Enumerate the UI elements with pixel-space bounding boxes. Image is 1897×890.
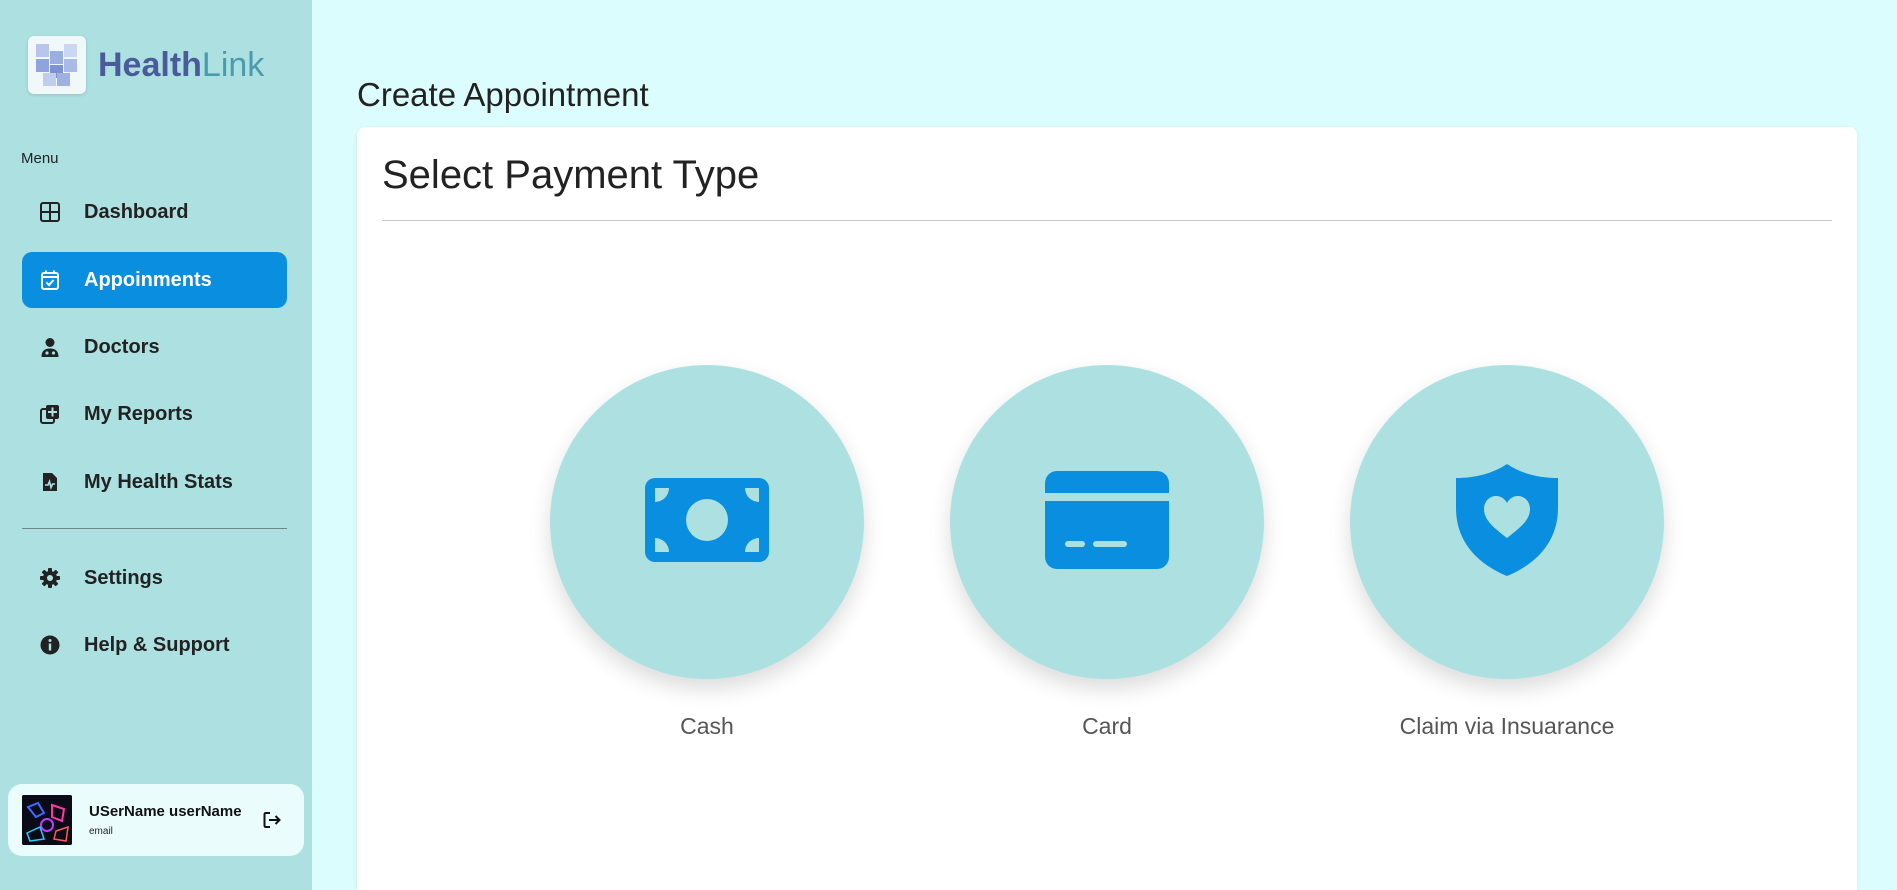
sidebar-item-my-reports[interactable]: My Reports (22, 386, 287, 442)
brand-name: HealthLink (98, 46, 264, 85)
sidebar-item-label: Help & Support (84, 633, 230, 656)
avatar[interactable] (22, 795, 72, 845)
user-card: USerName userName email (8, 784, 304, 856)
sidebar-item-label: Settings (84, 566, 163, 589)
gear-icon (38, 566, 62, 590)
sidebar-item-dashboard[interactable]: Dashboard (22, 184, 287, 240)
credit-card-icon (1045, 470, 1169, 574)
logout-icon[interactable] (260, 808, 284, 832)
sidebar-item-label: Appoinments (84, 268, 212, 291)
sidebar-item-label: Dashboard (84, 200, 189, 223)
sidebar-item-help-support[interactable]: Help & Support (22, 617, 287, 673)
panel-divider (382, 220, 1832, 221)
brand-name-part1: Health (98, 45, 202, 84)
payment-option-circle[interactable] (1350, 365, 1664, 679)
sidebar-item-appoinments[interactable]: Appoinments (22, 252, 287, 308)
brand-name-part2: Link (201, 45, 265, 84)
sidebar-item-label: My Health Stats (84, 470, 233, 493)
user-info: USerName userName email (89, 803, 242, 837)
sidebar-divider (22, 528, 287, 529)
menu-label: Menu (21, 150, 59, 167)
grid-icon (38, 200, 62, 224)
cash-icon (645, 477, 769, 567)
user-email: email (89, 826, 113, 837)
doctor-icon (38, 335, 62, 359)
payment-option-label: Card (1082, 713, 1132, 739)
sidebar-item-label: Doctors (84, 335, 160, 358)
sidebar-item-doctors[interactable]: Doctors (22, 319, 287, 375)
panel-title: Select Payment Type (382, 153, 760, 197)
shield-heart-icon (1454, 463, 1560, 581)
payment-option-label: Cash (680, 713, 734, 739)
payment-option-circle[interactable] (950, 365, 1264, 679)
health-file-icon (38, 470, 62, 494)
payment-option-insurance[interactable]: Claim via Insuarance (1350, 365, 1664, 740)
page-title: Create Appointment (357, 76, 649, 113)
payment-option-circle[interactable] (550, 365, 864, 679)
calendar-check-icon (38, 268, 62, 292)
payment-option-cash[interactable]: Cash (550, 365, 864, 740)
brand-logo[interactable]: HealthLink (28, 36, 264, 94)
payment-panel: Select Payment Type Cash Card Claim via … (357, 127, 1857, 890)
logo-mark-icon (28, 36, 86, 94)
sidebar-item-settings[interactable]: Settings (22, 550, 287, 606)
payment-option-label: Claim via Insuarance (1399, 713, 1615, 739)
sidebar-item-my-health-stats[interactable]: My Health Stats (22, 454, 287, 510)
sidebar-item-label: My Reports (84, 402, 193, 425)
user-name: USerName userName (89, 803, 242, 820)
sidebar: HealthLink Menu Dashboard Appoinments Do… (0, 0, 312, 890)
payment-option-card[interactable]: Card (950, 365, 1264, 740)
info-icon (38, 633, 62, 657)
medical-report-icon (38, 402, 62, 426)
